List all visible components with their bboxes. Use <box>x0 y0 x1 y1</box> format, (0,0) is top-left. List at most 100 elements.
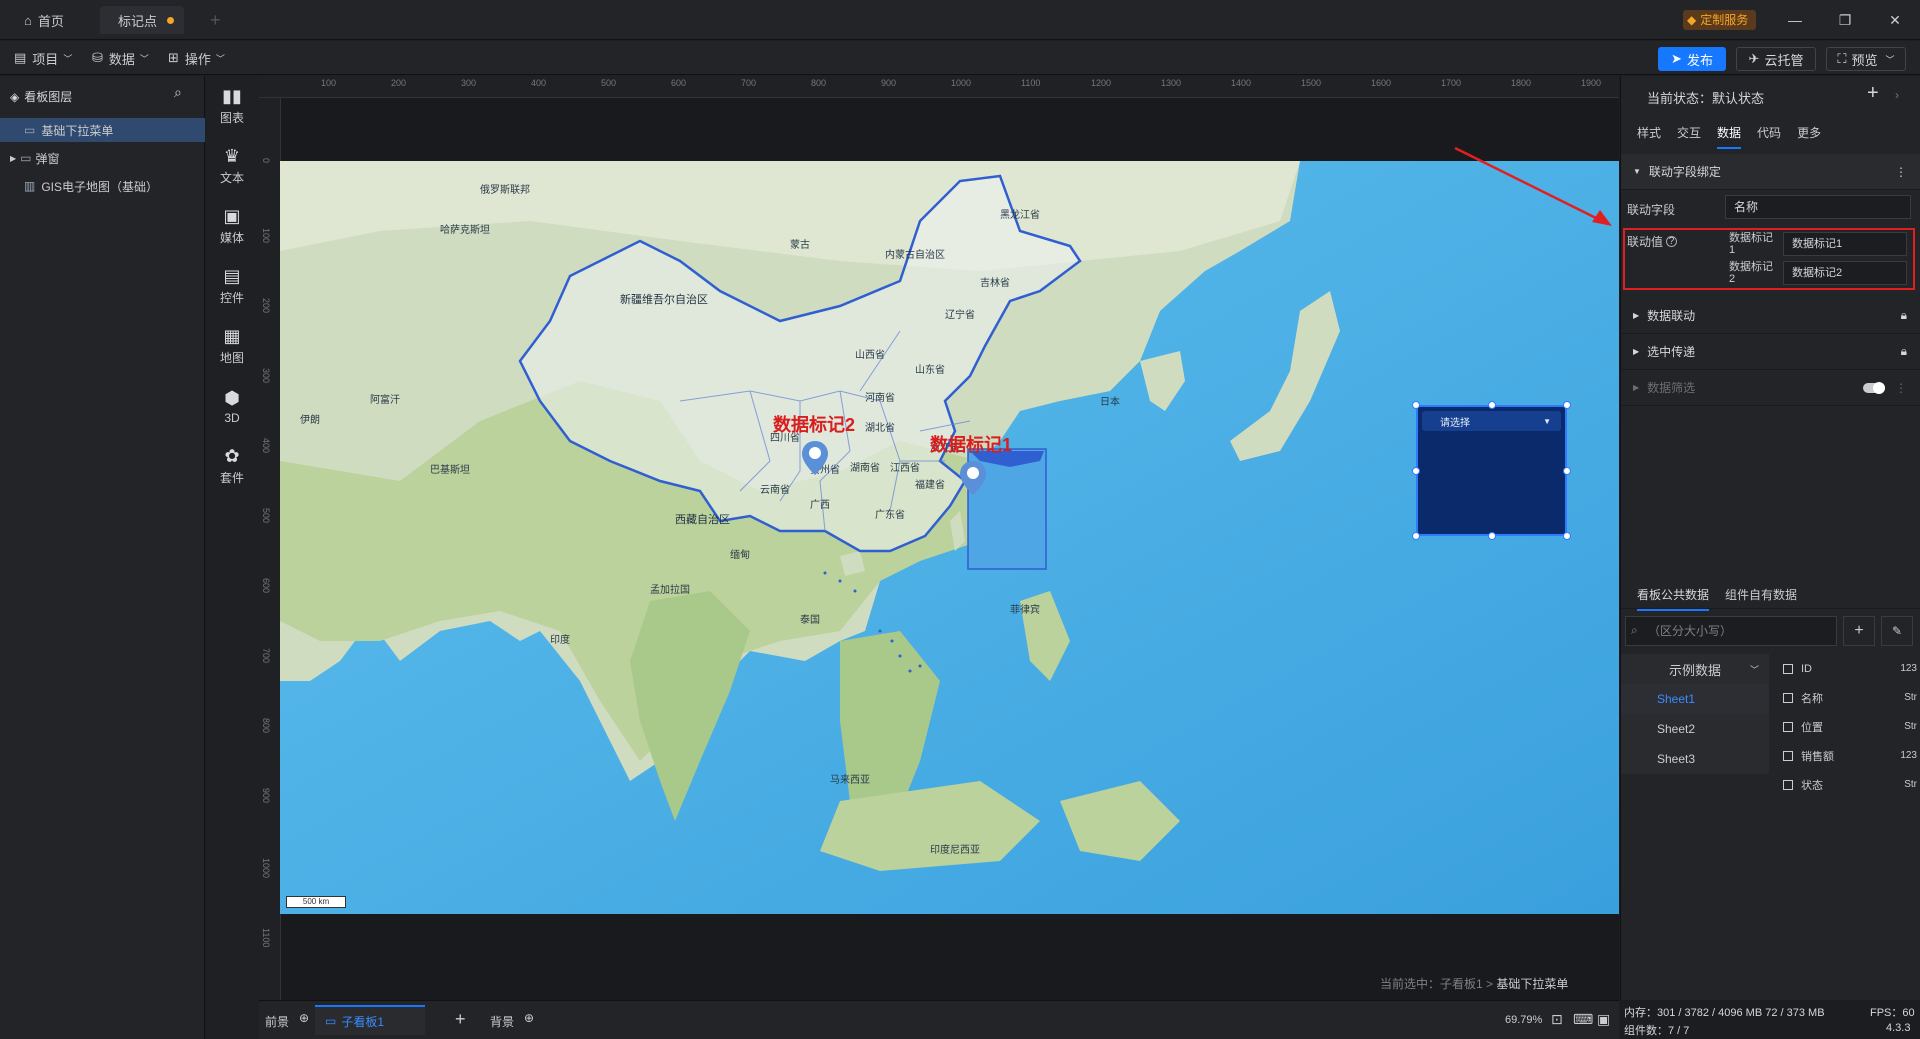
tab-own-data[interactable]: 组件自有数据 <box>1725 586 1797 603</box>
resize-handle[interactable] <box>1563 466 1571 475</box>
layer-item-gis-map[interactable]: ▥ GIS电子地图（基础） <box>0 174 205 198</box>
more-vertical-icon[interactable]: ⋮ <box>1895 165 1907 179</box>
field-row[interactable]: 位置 Str <box>1773 712 1920 741</box>
resize-handle[interactable] <box>1412 466 1420 475</box>
sheet-item-3[interactable]: Sheet3 <box>1621 744 1769 774</box>
search-input[interactable]: （区分大小写） <box>1625 616 1837 646</box>
custom-service-button[interactable]: ◆ 定制服务 <box>1683 10 1757 30</box>
field-row[interactable]: ID 123 <box>1773 654 1920 683</box>
resize-handle[interactable] <box>1563 532 1571 540</box>
ruler-left: 0 100 200 300 400 500 600 700 800 900 1000 1100 <box>259 98 281 1000</box>
tab-sub-board[interactable]: ▭ 子看板1 <box>315 1005 425 1035</box>
map-pin-icon[interactable] <box>802 441 828 478</box>
rail-kit[interactable]: ✿ 套件 <box>206 436 258 496</box>
map-pin-icon[interactable] <box>960 461 986 498</box>
resize-handle[interactable] <box>1412 401 1420 409</box>
checkbox[interactable] <box>1783 692 1793 703</box>
status-bar: 内存：301 / 3782 / 4096 MB 72 / 373 MB FPS：… <box>1620 1000 1920 1039</box>
resize-handle[interactable] <box>1563 401 1571 409</box>
label-guangxi: 广西 <box>810 500 830 511</box>
selected-pass-section[interactable]: ▶ 选中传递 🔒︎ <box>1621 334 1920 370</box>
rail-media[interactable]: ▣ 媒体 <box>206 196 258 256</box>
tab-foreground[interactable]: 前景 ⊕ <box>265 1011 309 1030</box>
checkbox[interactable] <box>1783 663 1793 674</box>
keyboard-icon[interactable]: ⌨ <box>1573 1011 1593 1028</box>
field-row[interactable]: 状态 Str <box>1773 770 1920 799</box>
zoom-level[interactable]: 69.79% <box>1505 1014 1542 1026</box>
publish-button[interactable]: ➤ 发布 <box>1658 47 1726 71</box>
rail-control[interactable]: ▤ 控件 <box>206 256 258 316</box>
fit-screen-icon[interactable]: ⊡ <box>1551 1011 1563 1028</box>
tab-home[interactable]: ⌂ 首页 <box>14 6 74 34</box>
help-icon[interactable]: ? <box>1666 236 1678 247</box>
search-icon[interactable]: ⌕ <box>174 84 182 101</box>
dropdown-widget[interactable]: 请选择 ▼ <box>1416 405 1567 536</box>
close-button[interactable]: ✕ <box>1880 8 1910 32</box>
rail-3d[interactable]: ⬢ 3D <box>206 376 258 436</box>
label-shanxi: 山西省 <box>855 350 885 361</box>
checkbox[interactable] <box>1783 750 1793 761</box>
data-linkage-section[interactable]: ▶ 数据联动 🔒︎ <box>1621 298 1920 334</box>
linkage-field-select[interactable]: 名称 <box>1725 195 1911 219</box>
tab-more[interactable]: 更多 <box>1797 124 1821 149</box>
tab-style[interactable]: 样式 <box>1637 124 1661 149</box>
add-circle-icon[interactable]: ⊕ <box>524 1011 534 1025</box>
label-myanmar: 缅甸 <box>730 550 750 561</box>
field-row[interactable]: 名称 Str <box>1773 683 1920 712</box>
gis-map[interactable]: 新疆维吾尔自治区 西藏自治区 内蒙古自治区 黑龙江省 吉林省 辽宁省 山西省 山… <box>280 161 1619 914</box>
menu-data[interactable]: ⛁ 数据 ﹀ <box>92 49 149 67</box>
dataset-select[interactable]: 示例数据 ﹀ <box>1621 654 1769 684</box>
cloud-host-button[interactable]: ✈ 云托管 <box>1736 47 1816 71</box>
lock-icon[interactable]: 🔒︎ <box>1901 344 1907 359</box>
data-linkage-title: 数据联动 <box>1647 309 1696 323</box>
resize-handle[interactable] <box>1487 532 1496 540</box>
restore-button[interactable]: ❐ <box>1830 8 1860 32</box>
resize-handle[interactable] <box>1412 532 1420 540</box>
more-vertical-icon[interactable]: ⋮ <box>1895 381 1907 395</box>
divider <box>1621 608 1920 609</box>
add-circle-icon[interactable]: ⊕ <box>299 1011 309 1025</box>
checkbox[interactable] <box>1783 721 1793 732</box>
sheet-item-1[interactable]: Sheet1 <box>1621 684 1769 714</box>
menu-operate[interactable]: ⊞ 操作 ﹀ <box>168 49 225 67</box>
add-board-button[interactable]: + <box>455 1009 466 1030</box>
tab-data[interactable]: 数据 <box>1717 124 1742 149</box>
fullscreen-icon: ⛶ <box>1837 51 1847 66</box>
layer-item-dropdown[interactable]: ▭ 基础下拉菜单 <box>0 118 205 142</box>
minimize-button[interactable]: — <box>1780 8 1810 32</box>
tab-code[interactable]: 代码 <box>1757 124 1781 149</box>
dropdown-select[interactable]: 请选择 ▼ <box>1422 411 1561 431</box>
layer-item-popup[interactable]: ▶ ▭ 弹窗 <box>0 146 205 170</box>
layer-item-label: 弹窗 <box>35 151 60 166</box>
rail-map[interactable]: ▦ 地图 <box>206 316 258 376</box>
resize-handle[interactable] <box>1487 401 1496 409</box>
edit-icon[interactable]: ✎ <box>1881 616 1913 646</box>
label-iran: 伊朗 <box>300 415 320 426</box>
checkbox[interactable] <box>1783 779 1793 790</box>
field-row[interactable]: 销售额 123 <box>1773 741 1920 770</box>
add-state-button[interactable]: + <box>1867 82 1879 105</box>
ruler-tick-label: 800 <box>811 78 827 88</box>
rail-text[interactable]: ♛ 文本 <box>206 136 258 196</box>
media-icon: ▣ <box>223 206 241 226</box>
sheet-item-2[interactable]: Sheet2 <box>1621 714 1769 744</box>
linkage-value-input-2[interactable]: 数据标记2 <box>1783 261 1907 285</box>
new-tab-button[interactable]: + <box>210 10 221 31</box>
chevron-right-icon[interactable]: › <box>1895 88 1899 102</box>
linkage-value-input-1[interactable]: 数据标记1 <box>1783 232 1907 256</box>
linkage-section-header[interactable]: ▼ 联动字段绑定 ⋮ <box>1621 154 1920 190</box>
rail-chart[interactable]: ▮▮ 图表 <box>206 76 258 136</box>
tab-interaction[interactable]: 交互 <box>1677 124 1701 149</box>
data-filter-title: 数据筛选 <box>1647 381 1696 395</box>
ruler-tick-label: 1900 <box>1581 78 1602 88</box>
ruler-tick-label: 800 <box>261 718 271 734</box>
lock-icon[interactable]: 🔒︎ <box>1901 308 1907 323</box>
toggle-switch[interactable] <box>1863 381 1885 394</box>
tab-document[interactable]: 标记点 <box>100 6 184 34</box>
terminal-icon[interactable]: ▣ <box>1597 1011 1610 1028</box>
menu-project[interactable]: ▤ 项目 ﹀ <box>14 49 72 67</box>
add-data-button[interactable]: + <box>1843 616 1875 646</box>
data-filter-section[interactable]: ▶ 数据筛选 ⋮ <box>1621 370 1920 406</box>
tab-background[interactable]: 背景 ⊕ <box>490 1011 534 1030</box>
preview-button[interactable]: ⛶ 预览 ﹀ <box>1826 47 1906 71</box>
